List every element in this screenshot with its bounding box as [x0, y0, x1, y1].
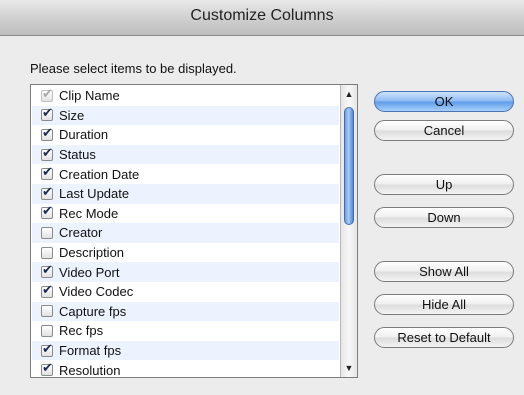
column-list-item[interactable]: Description — [32, 243, 339, 263]
checkbox-icon[interactable] — [41, 246, 53, 259]
vertical-scrollbar[interactable]: ▲ ▼ — [340, 85, 357, 377]
column-list-item[interactable]: Creation Date — [32, 164, 339, 184]
column-item-label: Description — [59, 245, 125, 261]
column-item-label: Status — [59, 147, 96, 163]
column-list-item[interactable]: Video Port — [32, 262, 339, 282]
checkbox-icon[interactable] — [41, 165, 53, 181]
column-item-label: Last Update — [59, 186, 130, 202]
column-item-label: Duration — [59, 127, 109, 143]
column-list-item[interactable]: Capture fps — [32, 301, 339, 322]
show-all-button[interactable]: Show All — [374, 261, 514, 282]
hide-all-button[interactable]: Hide All — [374, 294, 514, 315]
columns-list-rows: Clip Name Size Duration Status Creation Date… — [32, 86, 339, 376]
checkbox-icon[interactable] — [41, 283, 53, 298]
column-list-item[interactable]: Size — [32, 105, 339, 126]
column-item-label: Resolution — [59, 362, 121, 376]
checkbox-icon[interactable] — [41, 146, 53, 161]
column-item-label: Rec fps — [59, 323, 104, 339]
move-down-button[interactable]: Down — [374, 207, 514, 228]
dialog-title: Customize Columns — [190, 7, 334, 24]
scroll-up-arrow-icon[interactable]: ▲ — [341, 86, 357, 102]
column-list-item[interactable]: Creator — [32, 223, 339, 243]
customize-columns-dialog: Customize Columns Please select items to… — [0, 0, 524, 395]
checkbox-icon[interactable] — [41, 204, 53, 220]
column-item-label: Capture fps — [59, 303, 127, 319]
checkbox-icon[interactable] — [41, 361, 53, 376]
column-item-label: Clip Name — [59, 88, 120, 104]
column-list-item[interactable]: Last Update — [32, 183, 339, 204]
column-list-item[interactable]: Duration — [32, 125, 339, 145]
column-list-item[interactable]: Rec fps — [32, 321, 339, 341]
checkbox-icon — [41, 87, 53, 102]
column-list-item[interactable]: Video Codec — [32, 282, 339, 302]
columns-list: Clip Name Size Duration Status Creation Date… — [30, 84, 358, 378]
column-list-item[interactable]: Rec Mode — [32, 204, 339, 224]
scroll-down-arrow-icon[interactable]: ▼ — [341, 360, 357, 376]
checkbox-icon[interactable] — [41, 324, 53, 337]
column-item-label: Format fps — [59, 343, 122, 359]
cancel-button[interactable]: Cancel — [374, 120, 514, 141]
checkbox-icon[interactable] — [41, 126, 53, 141]
column-item-label: Video Port — [59, 264, 120, 280]
checkbox-icon[interactable] — [41, 185, 53, 200]
checkbox-icon[interactable] — [41, 342, 53, 357]
checkbox-icon[interactable] — [41, 263, 53, 279]
column-item-label: Creator — [59, 225, 103, 241]
checkbox-icon[interactable] — [41, 106, 53, 122]
ok-button[interactable]: OK — [374, 91, 514, 112]
column-item-label: Size — [59, 107, 85, 123]
prompt-text: Please select items to be displayed. — [30, 61, 237, 76]
checkbox-icon[interactable] — [41, 226, 53, 239]
column-item-label: Video Codec — [59, 284, 134, 300]
column-list-item[interactable]: Status — [32, 144, 339, 165]
move-up-button[interactable]: Up — [374, 174, 514, 195]
scroll-thumb[interactable] — [344, 107, 354, 225]
column-item-label: Rec Mode — [59, 205, 119, 221]
column-list-item[interactable]: Resolution — [32, 360, 339, 376]
column-list-item[interactable]: Clip Name — [32, 86, 339, 106]
reset-to-default-button[interactable]: Reset to Default — [374, 327, 514, 348]
title-bar[interactable]: Customize Columns — [0, 0, 524, 36]
column-list-item[interactable]: Format fps — [32, 340, 339, 361]
column-item-label: Creation Date — [59, 166, 140, 182]
checkbox-icon[interactable] — [41, 305, 53, 318]
